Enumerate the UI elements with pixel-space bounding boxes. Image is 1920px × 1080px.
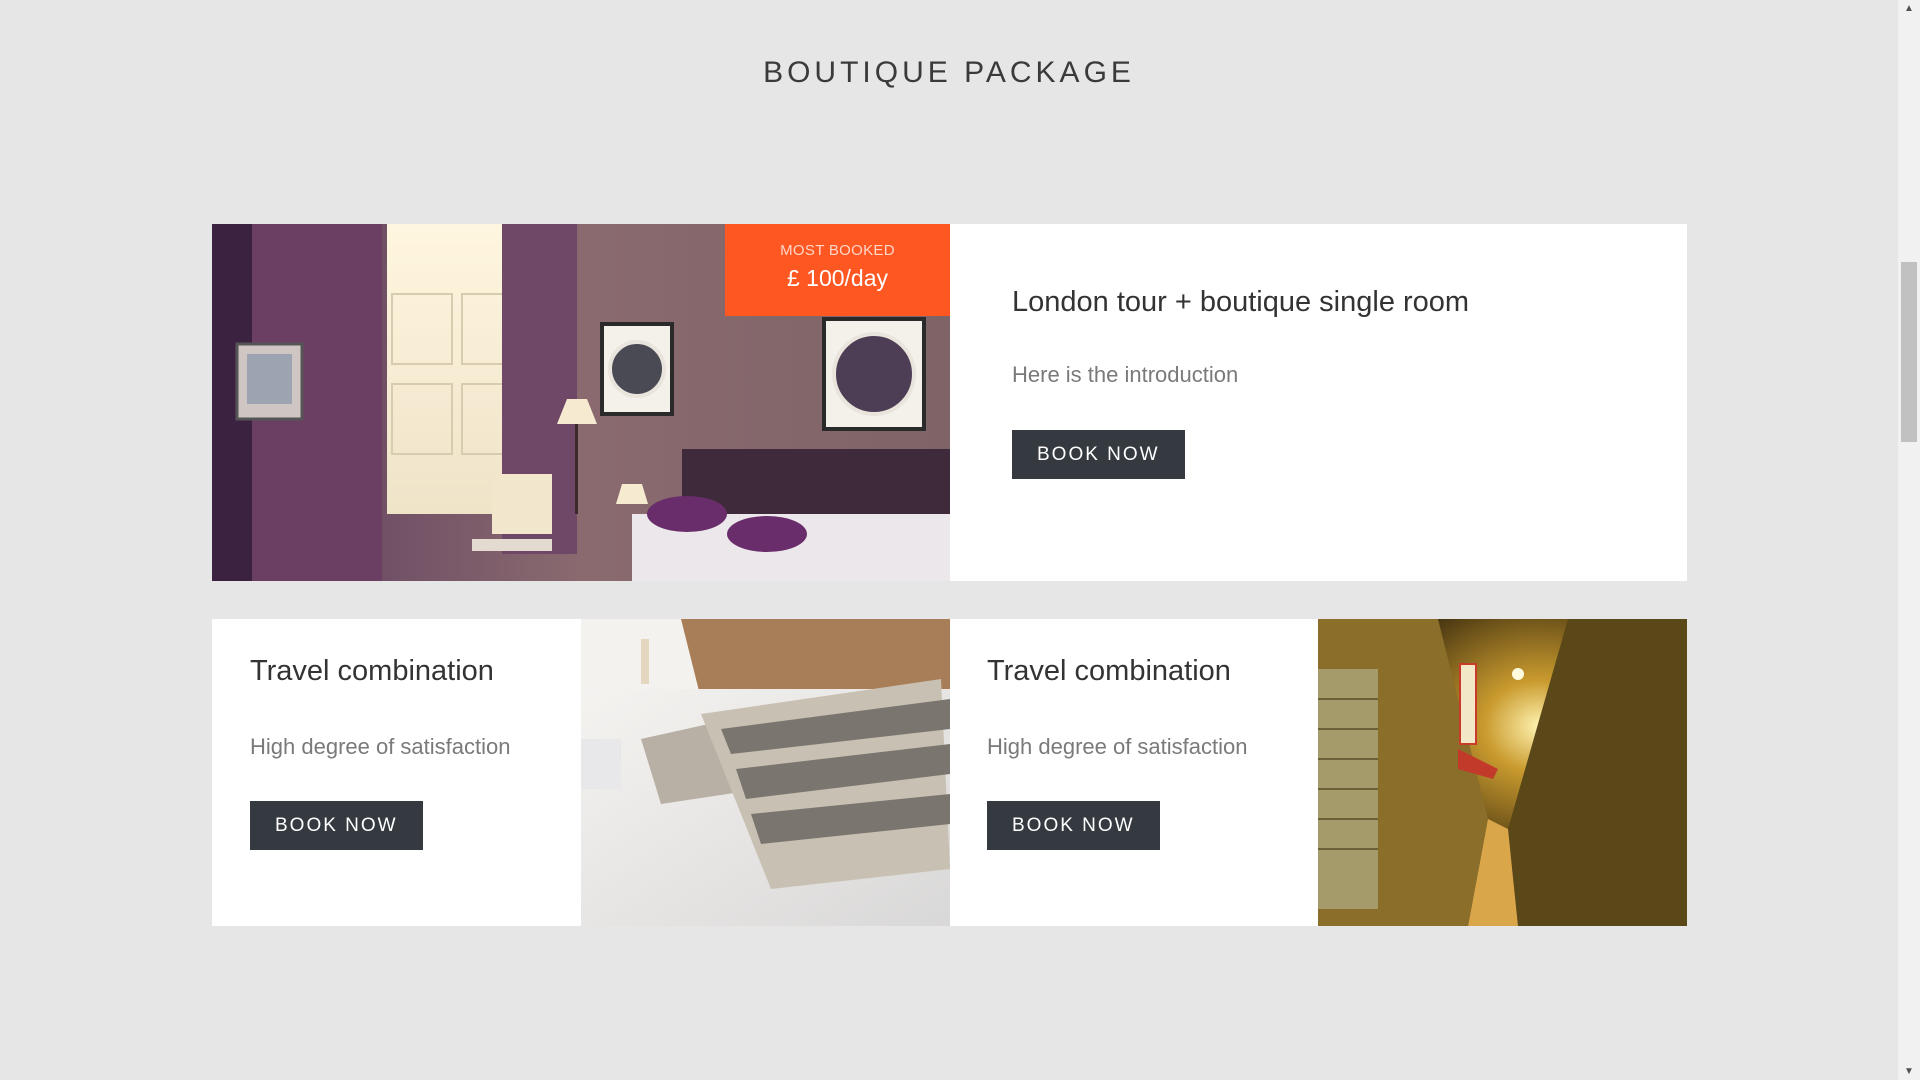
badge-label: MOST BOOKED	[780, 242, 895, 259]
price-label: £ 100/day	[786, 265, 889, 291]
section-title: BOUTIQUE PACKAGE	[763, 56, 1135, 89]
bedroom-photo: MOST BOOKED £ 100/day	[212, 224, 950, 581]
chevron-down-icon[interactable]: ▼	[1898, 1063, 1920, 1080]
travel-combo-card-2: Travel combination High degree of satisf…	[950, 619, 1687, 926]
scrollbar[interactable]: ▲ ▼	[1898, 0, 1920, 1080]
pillow-photo	[581, 619, 950, 926]
combo-text: High degree of satisfaction	[987, 734, 1248, 759]
book-now-button[interactable]: BOOK NOW	[1012, 430, 1185, 479]
featured-intro: Here is the introduction	[1012, 362, 1239, 387]
chevron-up-icon[interactable]: ▲	[1898, 0, 1920, 17]
most-booked-badge: MOST BOOKED £ 100/day	[725, 224, 950, 316]
travel-combo-card-1: Travel combination High degree of satisf…	[212, 619, 950, 926]
hotel-alley-photo	[1318, 619, 1687, 926]
book-now-button[interactable]: BOOK NOW	[987, 801, 1160, 850]
page: BOUTIQUE PACKAGE MOST BOOKED £ 100/day L…	[0, 0, 1898, 1080]
combo-text: High degree of satisfaction	[250, 734, 511, 759]
scroll-thumb[interactable]	[1901, 262, 1917, 442]
featured-package-card: MOST BOOKED £ 100/day London tour + bout…	[212, 224, 1687, 581]
book-now-button[interactable]: BOOK NOW	[250, 801, 423, 850]
combo-title: Travel combination	[250, 655, 494, 687]
featured-title: London tour + boutique single room	[1012, 286, 1470, 318]
combo-title: Travel combination	[987, 655, 1231, 687]
